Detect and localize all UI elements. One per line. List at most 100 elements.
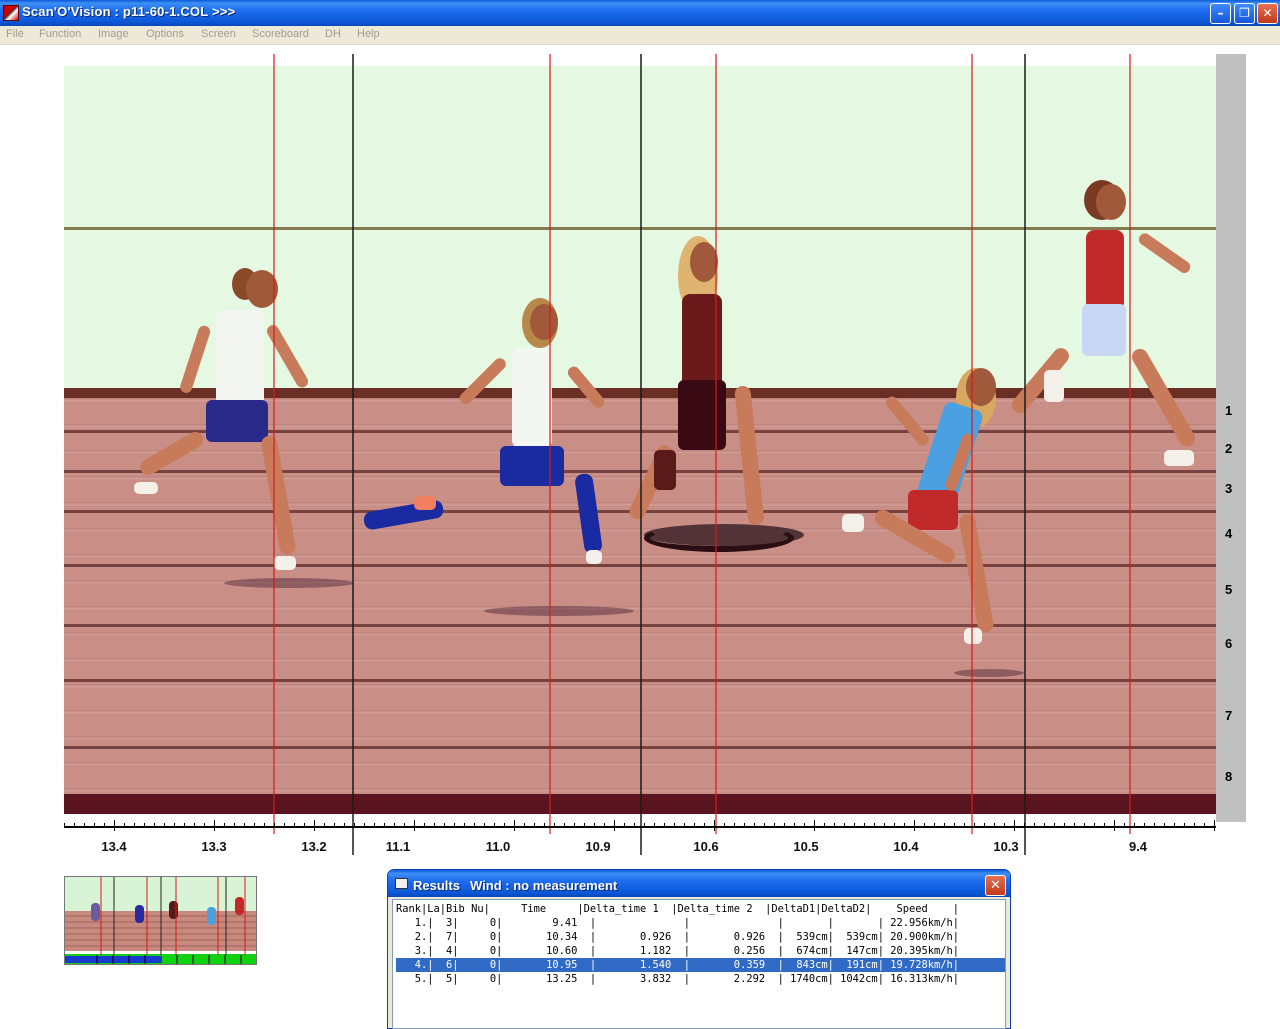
close-button[interactable]: ✕	[1257, 3, 1278, 24]
time-scale-tick	[494, 823, 495, 828]
overview-thumbnail[interactable]	[64, 876, 257, 965]
restore-button[interactable]: ❐	[1234, 3, 1255, 24]
time-tick-label: 13.2	[301, 839, 327, 854]
time-tick-label: 10.6	[693, 839, 719, 854]
photo-finish-image[interactable]	[64, 54, 1216, 814]
time-scale-tick	[334, 823, 335, 828]
menu-screen[interactable]: Screen	[201, 28, 236, 40]
time-scale-tick	[724, 823, 725, 828]
time-scale-tick	[324, 823, 325, 828]
app-icon[interactable]	[3, 5, 19, 21]
menu-image[interactable]: Image	[98, 28, 129, 40]
lane-label-2: 2	[1225, 441, 1233, 456]
runner-lane-6	[842, 364, 1038, 664]
time-scale-tick	[294, 823, 295, 828]
time-scale-tick	[1134, 823, 1135, 828]
time-scale-tick	[544, 823, 545, 828]
time-scale-tick	[764, 823, 765, 828]
time-scale-tick	[1084, 823, 1085, 828]
result-row-3[interactable]: 3.| 4| 0| 10.60 | 1.182 | 0.256 | 674cm|…	[396, 944, 1005, 958]
time-scale-tick	[524, 823, 525, 828]
lane-label-8: 8	[1225, 769, 1233, 784]
runner-lane-4	[362, 298, 607, 618]
result-row-1[interactable]: 1.| 3| 0| 9.41 | | | | | 22.956km/h|	[396, 916, 1005, 930]
time-scale-tick	[1104, 823, 1105, 828]
time-scale-tick	[424, 823, 425, 828]
time-scale-tick	[534, 823, 535, 828]
time-scale-tick	[674, 823, 675, 828]
time-scale-tick	[214, 820, 215, 831]
time-scale-tick	[614, 820, 615, 831]
time-scale-tick	[274, 823, 275, 828]
lane-label-4: 4	[1225, 526, 1233, 541]
menu-dh[interactable]: DH	[325, 28, 341, 40]
time-scale-tick	[734, 823, 735, 828]
time-tick-label: 11.1	[385, 839, 411, 854]
results-table[interactable]: Rank|La|Bib Nu| Time |Delta_time 1 |Delt…	[392, 899, 1006, 1029]
time-scale-tick	[394, 823, 395, 828]
result-row-5[interactable]: 5.| 5| 0| 13.25 | 3.832 | 2.292 | 1740cm…	[396, 972, 1005, 986]
time-scale-tick	[884, 823, 885, 828]
time-scale-tick	[174, 823, 175, 828]
time-scale-tick	[144, 823, 145, 828]
results-title: Results	[413, 878, 460, 893]
lane-label-6: 6	[1225, 636, 1233, 651]
time-scale-tick	[444, 823, 445, 828]
time-scale-tick	[504, 823, 505, 828]
time-scale-tick	[114, 820, 115, 831]
menu-function[interactable]: Function	[39, 28, 81, 40]
time-scale-tick	[454, 823, 455, 828]
time-scale-tick	[944, 823, 945, 828]
time-scale-tick	[844, 823, 845, 828]
time-scale-tick	[794, 823, 795, 828]
time-scale-tick	[834, 823, 835, 828]
time-scale-tick	[904, 823, 905, 828]
time-scale-tick	[1154, 823, 1155, 828]
result-row-2[interactable]: 2.| 7| 0| 10.34 | 0.926 | 0.926 | 539cm|…	[396, 930, 1005, 944]
time-scale-tick	[644, 823, 645, 828]
menu-bar: File Function Image Options Screen Score…	[0, 26, 1280, 45]
time-scale-tick	[584, 823, 585, 828]
time-scale-tick	[404, 823, 405, 828]
time-tick-label: 10.3	[993, 839, 1019, 854]
time-tick-label: 9.4	[1128, 839, 1148, 854]
time-scale-tick	[94, 823, 95, 828]
time-scale-tick	[244, 823, 245, 828]
minimize-button[interactable]: –	[1210, 3, 1231, 24]
menu-scoreboard[interactable]: Scoreboard	[252, 28, 309, 40]
time-scale-tick	[1164, 823, 1165, 828]
time-scale-tick	[434, 823, 435, 828]
time-scale-tick	[824, 823, 825, 828]
time-scale-tick	[634, 823, 635, 828]
menu-options[interactable]: Options	[146, 28, 184, 40]
time-scale-tick	[854, 823, 855, 828]
lane-label-3: 3	[1225, 481, 1233, 496]
time-scale-tick	[974, 823, 975, 828]
time-scale-tick	[934, 823, 935, 828]
time-scale-tick	[1204, 823, 1205, 828]
time-scale-tick	[554, 823, 555, 828]
menu-file[interactable]: File	[6, 28, 24, 40]
lane-label-5: 5	[1225, 582, 1233, 597]
time-scale-tick	[344, 823, 345, 828]
time-scale-tick	[1124, 823, 1125, 828]
time-scale-tick	[224, 823, 225, 828]
time-scale-tick	[374, 823, 375, 828]
menu-help[interactable]: Help	[357, 28, 380, 40]
results-window[interactable]: Results Wind : no measurement ✕ Rank|La|…	[387, 869, 1011, 1029]
time-scale-tick	[774, 823, 775, 828]
time-scale-tick	[254, 823, 255, 828]
runner-lane-2	[1008, 180, 1214, 490]
results-close-button[interactable]: ✕	[985, 875, 1006, 896]
result-row-4-selected[interactable]: 4.| 6| 0| 10.95 | 1.540 | 0.359 | 843cm|…	[396, 958, 1005, 972]
time-scale-tick	[314, 820, 315, 831]
time-scale-tick	[814, 820, 815, 831]
time-scale-tick	[104, 823, 105, 828]
printer-icon[interactable]	[395, 878, 408, 889]
time-scale-tick	[664, 823, 665, 828]
results-title-bar[interactable]: Results Wind : no measurement ✕	[388, 870, 1010, 897]
time-tick-label: 11.0	[485, 839, 511, 854]
time-scale-tick	[1024, 823, 1025, 828]
time-scale-tick	[984, 823, 985, 828]
time-scale-tick	[954, 823, 955, 828]
